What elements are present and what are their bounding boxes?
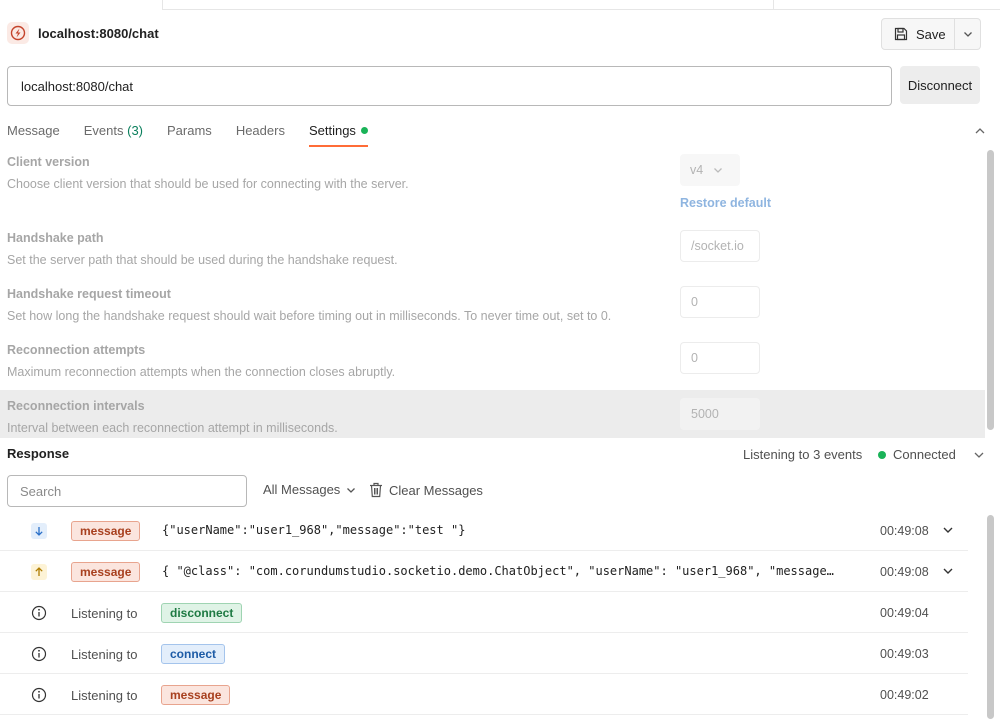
settings-panel: Client version Choose client version tha…	[0, 148, 985, 438]
setting-description: Set the server path that should be used …	[7, 253, 398, 267]
setting-reconnection-attempts: Reconnection attempts Maximum reconnecti…	[0, 340, 985, 396]
filter-label: All Messages	[263, 482, 341, 497]
save-label: Save	[916, 26, 946, 42]
message-row[interactable]: Listening to message 00:49:02	[0, 674, 968, 715]
client-version-select[interactable]: v4	[680, 154, 740, 186]
connection-status-dot	[878, 451, 886, 459]
chevron-down-icon[interactable]	[973, 449, 985, 461]
chevron-down-icon[interactable]	[942, 565, 954, 577]
top-tab-segment	[162, 0, 774, 10]
message-row[interactable]: message {"userName":"user1_968","message…	[0, 510, 968, 551]
setting-description: Interval between each reconnection attem…	[7, 421, 338, 435]
chevron-down-icon	[714, 168, 723, 173]
setting-title: Handshake request timeout	[7, 287, 171, 301]
message-time: 00:49:02	[880, 688, 929, 702]
tab-settings[interactable]: Settings	[308, 117, 368, 147]
event-badge: connect	[161, 644, 226, 664]
listening-label: Listening to	[71, 647, 138, 662]
handshake-timeout-input[interactable]: 0	[680, 286, 760, 318]
event-badge: message	[71, 562, 141, 582]
top-tab-segment-right	[774, 0, 1000, 10]
setting-client-version: Client version Choose client version tha…	[0, 148, 985, 228]
message-row[interactable]: Listening to disconnect 00:49:04	[0, 592, 968, 633]
tab-events[interactable]: Events (3)	[84, 117, 143, 147]
setting-handshake-timeout: Handshake request timeout Set how long t…	[0, 284, 985, 340]
trash-icon	[370, 482, 382, 498]
reconnection-attempts-input[interactable]: 0	[680, 342, 760, 374]
setting-title: Handshake path	[7, 231, 104, 245]
request-title: localhost:8080/chat	[38, 26, 159, 41]
save-button[interactable]: Save	[881, 18, 955, 50]
arrow-up-icon	[31, 564, 47, 580]
tab-headers[interactable]: Headers	[236, 117, 285, 147]
clear-messages-button[interactable]: Clear Messages	[369, 482, 483, 498]
tab-params[interactable]: Params	[167, 117, 212, 147]
url-input[interactable]	[7, 66, 892, 106]
event-badge: message	[71, 521, 141, 541]
message-row[interactable]: Listening to connect 00:49:03	[0, 633, 968, 674]
setting-handshake-path: Handshake path Set the server path that …	[0, 228, 985, 284]
event-badge: disconnect	[161, 603, 243, 623]
info-icon	[31, 646, 47, 662]
disconnect-button[interactable]: Disconnect	[900, 66, 980, 104]
messages-scrollbar[interactable]	[987, 515, 994, 719]
message-time: 00:49:03	[880, 647, 929, 661]
clear-messages-label: Clear Messages	[389, 482, 483, 498]
response-header: Response Listening to 3 events Connected	[0, 440, 1000, 470]
chevron-down-icon[interactable]	[942, 524, 954, 536]
info-icon	[31, 605, 47, 621]
events-count: (3)	[127, 123, 144, 138]
restore-default-link[interactable]: Restore default	[680, 196, 771, 210]
connection-status: Connected	[893, 447, 956, 462]
handshake-path-input[interactable]: /socket.io	[680, 230, 760, 262]
settings-modified-dot	[360, 127, 368, 134]
reconnection-intervals-input[interactable]: 5000	[680, 398, 760, 430]
save-options-button[interactable]	[955, 18, 981, 50]
save-icon	[894, 27, 908, 41]
chevron-down-icon	[963, 32, 972, 37]
message-time: 00:49:04	[880, 606, 929, 620]
message-filter-dropdown[interactable]: All Messages	[263, 482, 356, 497]
message-payload: { "@class": "com.corundumstudio.socketio…	[162, 564, 834, 578]
request-header: localhost:8080/chat Save	[0, 14, 1000, 54]
client-version-value: v4	[690, 163, 704, 177]
socketio-icon	[7, 22, 29, 44]
tab-message[interactable]: Message	[7, 117, 60, 147]
settings-scrollbar[interactable]	[987, 150, 994, 430]
message-time: 00:49:08	[880, 565, 929, 579]
listening-label: Listening to	[71, 688, 138, 703]
setting-description: Choose client version that should be use…	[7, 177, 409, 191]
message-payload: {"userName":"user1_968","message":"test …	[162, 523, 466, 537]
top-tab-strip	[0, 0, 1000, 10]
setting-title: Reconnection attempts	[7, 343, 146, 357]
info-icon	[31, 687, 47, 703]
message-time: 00:49:08	[880, 524, 929, 538]
chevron-down-icon	[347, 487, 356, 493]
response-title: Response	[7, 446, 70, 461]
request-tabs: Message Events (3) Params Headers Settin…	[7, 117, 392, 147]
listening-count: Listening to 3 events	[743, 447, 863, 462]
setting-description: Maximum reconnection attempts when the c…	[7, 365, 396, 379]
listening-label: Listening to	[71, 606, 138, 621]
collapse-panel-icon[interactable]	[973, 124, 987, 138]
setting-title: Reconnection intervals	[7, 399, 145, 413]
message-row[interactable]: message { "@class": "com.corundumstudio.…	[0, 551, 968, 592]
setting-title: Client version	[7, 155, 90, 169]
arrow-down-icon	[31, 523, 47, 539]
message-search-input[interactable]	[7, 475, 247, 507]
setting-reconnection-intervals: Reconnection intervals Interval between …	[0, 390, 985, 438]
event-badge: message	[161, 685, 231, 705]
setting-description: Set how long the handshake request shoul…	[7, 309, 612, 323]
